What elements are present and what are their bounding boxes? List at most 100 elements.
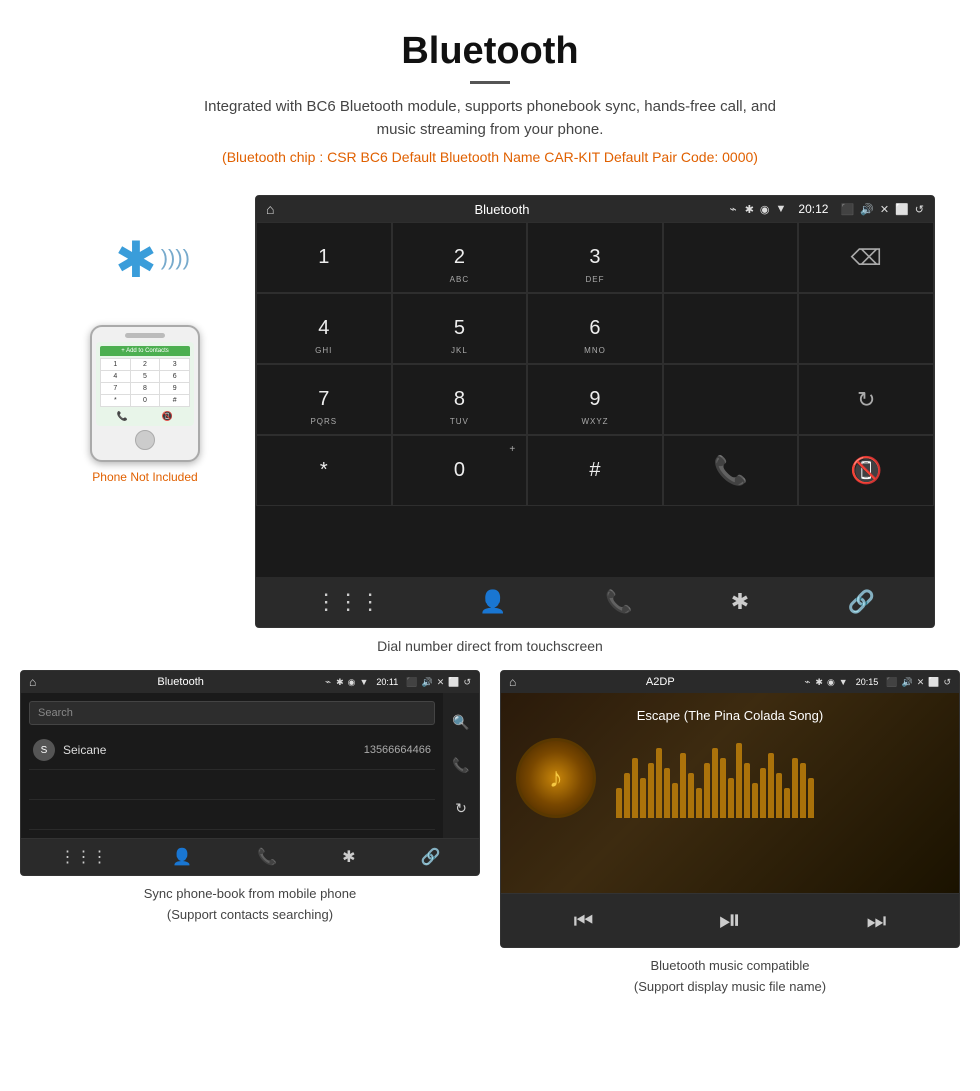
music-controls: ⏮ ⏯ ⏭	[501, 893, 959, 947]
next-button[interactable]: ⏭	[867, 908, 887, 934]
pb-home-icon[interactable]: ⌂	[29, 675, 36, 689]
contact-row[interactable]: S Seicane 13566664466	[29, 731, 435, 770]
dial-key-star[interactable]: *	[256, 435, 392, 506]
eq-bar	[640, 778, 646, 818]
pb-time: 20:11	[376, 677, 398, 687]
phonebook-caption-text: Sync phone-book from mobile phone(Suppor…	[144, 886, 356, 922]
pb-nav-link[interactable]: 🔗	[421, 847, 441, 867]
phone-key[interactable]: 3	[160, 359, 189, 370]
music-time: 20:15	[856, 677, 879, 687]
music-bt-icon: ✱	[815, 677, 823, 688]
bottom-screens: ⌂ Bluetooth ⌁ ✱ ◉ ▼ 20:11 ⬛ 🔊 ✕ ⬜ ↺	[0, 670, 980, 1018]
music-caption: Bluetooth music compatible(Support displ…	[634, 956, 826, 998]
signal-icon: ▼	[776, 203, 787, 215]
pb-vol-icon[interactable]: 🔊	[421, 677, 432, 688]
close-icon[interactable]: ✕	[880, 203, 889, 216]
eq-bar	[784, 788, 790, 818]
pb-cam-icon[interactable]: ⬛	[406, 677, 417, 688]
dial-key-4[interactable]: 4GHI	[256, 293, 392, 364]
phone-key[interactable]: 8	[131, 383, 160, 394]
nav-phone-icon[interactable]: 📞	[605, 589, 632, 615]
phonebook-inner: Search S Seicane 13566664466	[21, 693, 479, 838]
play-pause-button[interactable]: ⏯	[719, 904, 741, 937]
music-signal-icon: ▼	[839, 677, 848, 687]
page-header: Bluetooth Integrated with BC6 Bluetooth …	[0, 0, 980, 195]
contact-row-empty-2	[29, 800, 435, 830]
contact-initial: S	[33, 739, 55, 761]
phone-key[interactable]: 5	[131, 371, 160, 382]
phone-key[interactable]: 7	[101, 383, 130, 394]
dial-call-green[interactable]: 📞	[663, 435, 799, 506]
dial-call-red[interactable]: 📵	[798, 435, 934, 506]
phone-key[interactable]: 1	[101, 359, 130, 370]
phone-key[interactable]: *	[101, 395, 130, 406]
pb-close-icon[interactable]: ✕	[437, 677, 445, 688]
camera-icon[interactable]: ⬛	[840, 203, 854, 216]
dial-sub-abc: ABC	[450, 275, 469, 284]
home-icon[interactable]: ⌂	[266, 201, 274, 217]
dialpad-grid: 1 2ABC 3DEF ⌫ 4GHI 5JKL 6MNO	[256, 222, 934, 577]
eq-bar	[776, 773, 782, 818]
phonebook-screen: ⌂ Bluetooth ⌁ ✱ ◉ ▼ 20:11 ⬛ 🔊 ✕ ⬜ ↺	[20, 670, 480, 876]
phonebook-content: Search S Seicane 13566664466	[21, 693, 443, 838]
phone-key[interactable]: 6	[160, 371, 189, 382]
dial-key-3[interactable]: 3DEF	[527, 222, 663, 293]
phone-key[interactable]: 9	[160, 383, 189, 394]
dial-backspace[interactable]: ⌫	[798, 222, 934, 293]
dial-key-8[interactable]: 8TUV	[392, 364, 528, 435]
pb-call-right-icon[interactable]: 📞	[452, 757, 469, 774]
dial-key-2[interactable]: 2ABC	[392, 222, 528, 293]
dial-key-9[interactable]: 9WXYZ	[527, 364, 663, 435]
search-bar[interactable]: Search	[29, 701, 435, 725]
back-icon[interactable]: ↺	[915, 203, 924, 216]
dial-reload[interactable]: ↻	[798, 364, 934, 435]
dial-key-1[interactable]: 1	[256, 222, 392, 293]
phonebook-right-nav: 🔍 📞 ↻	[443, 693, 479, 838]
music-vol-icon[interactable]: 🔊	[901, 677, 912, 688]
pb-nav-phone[interactable]: 📞	[257, 847, 277, 867]
dial-key-hash[interactable]: #	[527, 435, 663, 506]
phone-key[interactable]: #	[160, 395, 189, 406]
music-song-title: Escape (The Pina Colada Song)	[637, 708, 823, 723]
phone-bottom-bar: 📞 📵	[100, 411, 190, 422]
dial-key-7[interactable]: 7PQRS	[256, 364, 392, 435]
eq-bar	[672, 783, 678, 818]
dial-sub-mno: MNO	[584, 346, 606, 355]
nav-contacts-icon[interactable]: 👤	[479, 589, 506, 615]
music-back-icon[interactable]: ↺	[943, 677, 951, 688]
window-icon[interactable]: ⬜	[895, 203, 909, 216]
nav-keypad-icon[interactable]: ⋮⋮⋮	[315, 589, 381, 615]
page-title: Bluetooth	[20, 30, 960, 73]
phone-key[interactable]: 0	[131, 395, 160, 406]
music-win-icon[interactable]: ⬜	[928, 677, 939, 688]
phone-key[interactable]: 4	[101, 371, 130, 382]
pb-win-icon[interactable]: ⬜	[448, 677, 459, 688]
pb-reload-icon[interactable]: ↻	[455, 800, 467, 817]
music-close-icon[interactable]: ✕	[917, 677, 925, 688]
phone-home-button[interactable]	[135, 430, 155, 450]
dial-key-6[interactable]: 6MNO	[527, 293, 663, 364]
phone-key[interactable]: 2	[131, 359, 160, 370]
music-home-icon[interactable]: ⌂	[509, 675, 516, 689]
music-cam-icon[interactable]: ⬛	[886, 677, 897, 688]
phone-screen-header: + Add to Contacts	[100, 346, 190, 356]
dial-key-0[interactable]: 0+	[392, 435, 528, 506]
nav-bluetooth-icon[interactable]: ✱	[731, 589, 749, 615]
dial-sub-wxyz: WXYZ	[581, 417, 608, 426]
dial-key-5[interactable]: 5JKL	[392, 293, 528, 364]
phone-body: + Add to Contacts 1 2 3 4 5 6 7 8 9 * 0 …	[90, 325, 200, 462]
pb-nav-keypad[interactable]: ⋮⋮⋮	[59, 847, 107, 867]
eq-bar	[704, 763, 710, 818]
pb-loc-icon: ◉	[348, 677, 356, 688]
pb-nav-contacts[interactable]: 👤	[172, 847, 192, 867]
pb-back-icon[interactable]: ↺	[463, 677, 471, 688]
pb-search-icon[interactable]: 🔍	[452, 714, 469, 731]
dial-sub-tuv: TUV	[450, 417, 469, 426]
music-status-bar: ⌂ A2DP ⌁ ✱ ◉ ▼ 20:15 ⬛ 🔊 ✕ ⬜ ↺	[501, 671, 959, 693]
volume-icon[interactable]: 🔊	[860, 203, 874, 216]
music-loc-icon: ◉	[827, 677, 835, 688]
pb-nav-bt[interactable]: ✱	[342, 847, 355, 867]
prev-button[interactable]: ⏮	[574, 908, 594, 934]
nav-link-icon[interactable]: 🔗	[847, 589, 874, 615]
screen-title: Bluetooth	[282, 202, 721, 217]
